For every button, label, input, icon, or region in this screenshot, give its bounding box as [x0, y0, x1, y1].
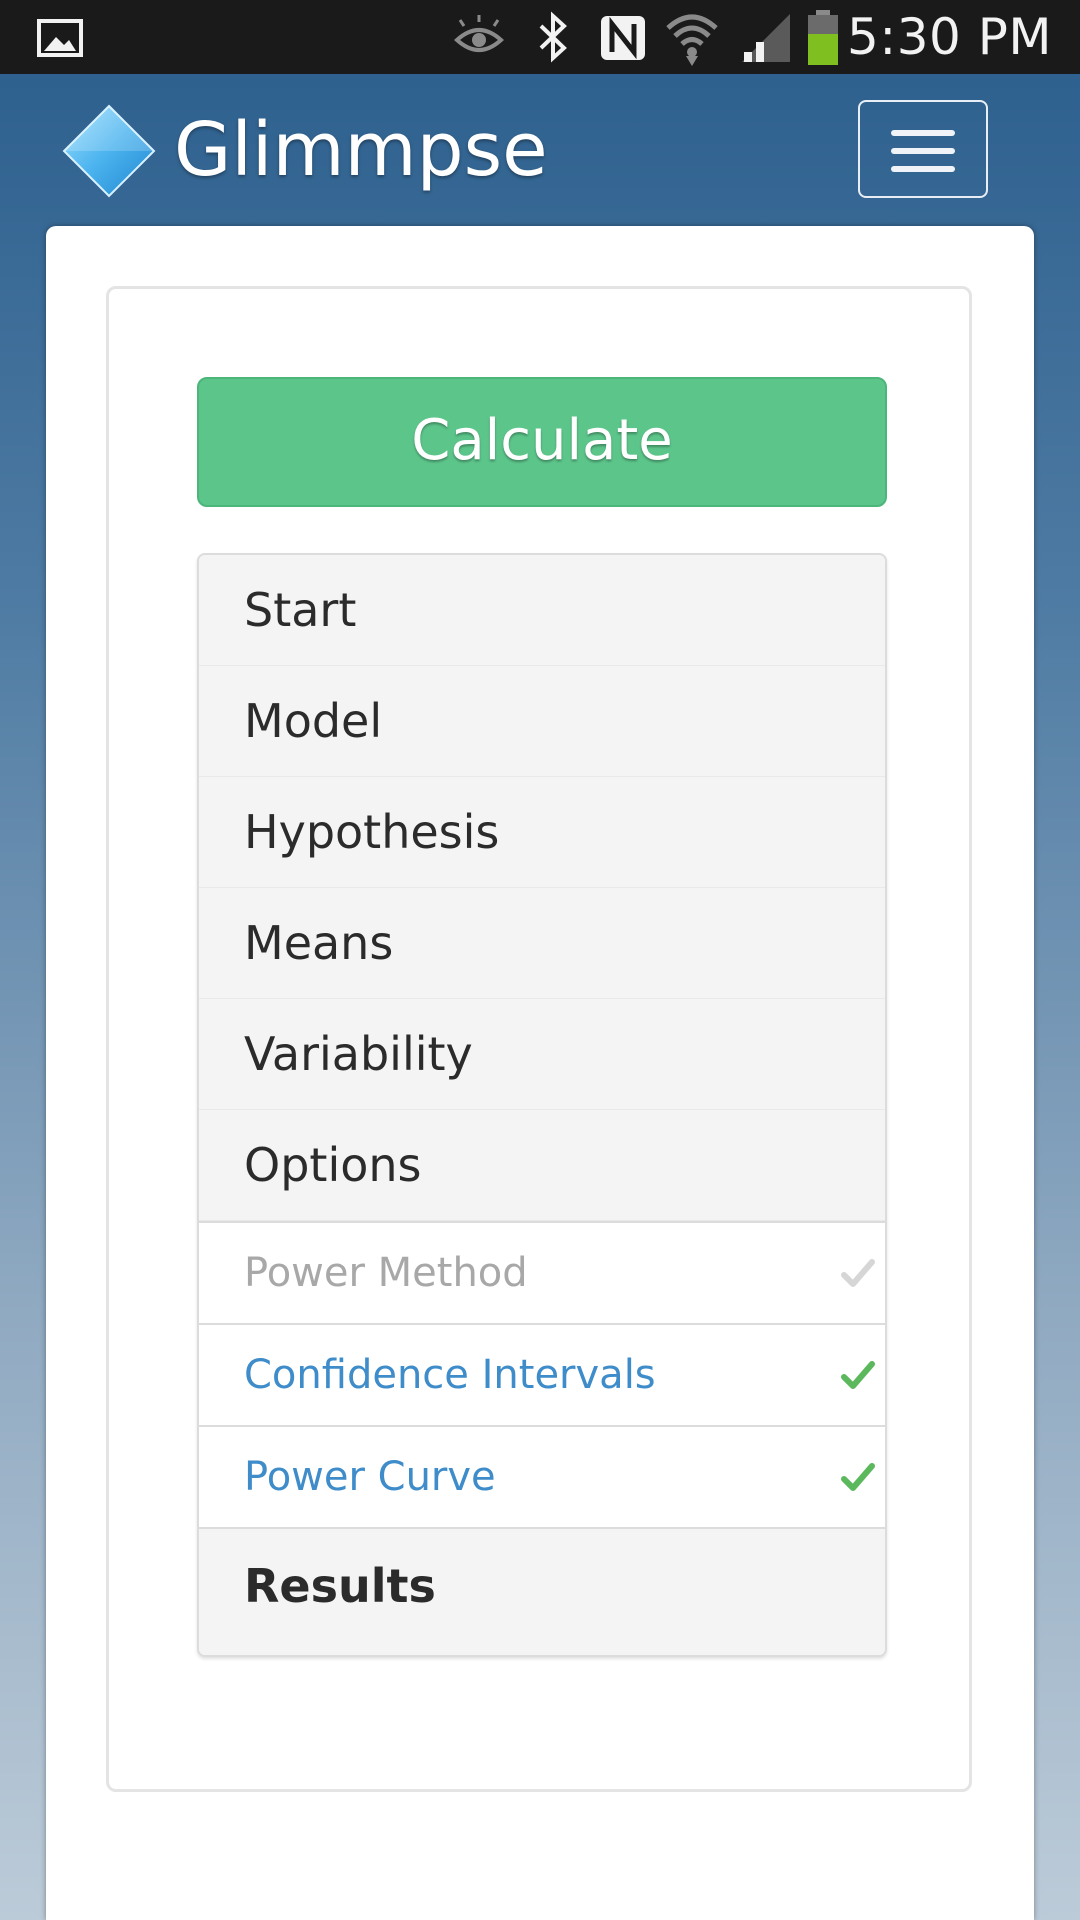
step-results[interactable]: Results: [199, 1527, 885, 1655]
step-label: Variability: [244, 1027, 473, 1081]
status-bar: 5:30 PM: [0, 0, 1080, 74]
check-icon: [841, 1259, 875, 1287]
eye-icon: [454, 15, 504, 52]
bluetooth-icon: [539, 11, 567, 63]
option-power-method[interactable]: Power Method: [199, 1221, 885, 1323]
results-label: Results: [244, 1559, 436, 1613]
step-hypothesis[interactable]: Hypothesis: [199, 777, 885, 888]
main-card: Calculate Start Model Hypothesis Means V…: [46, 226, 1034, 1920]
diamond-logo-icon: [62, 104, 156, 198]
step-label: Means: [244, 916, 394, 970]
step-list: Start Model Hypothesis Means Variability…: [197, 553, 887, 1657]
signal-icon: [742, 14, 790, 62]
brand-title[interactable]: Glimmpse: [174, 100, 548, 200]
option-confidence-intervals[interactable]: Confidence Intervals: [199, 1323, 885, 1425]
step-start[interactable]: Start: [199, 555, 885, 666]
check-icon: [841, 1463, 875, 1491]
step-label: Model: [244, 694, 383, 748]
calculate-button[interactable]: Calculate: [197, 377, 887, 507]
step-variability[interactable]: Variability: [199, 999, 885, 1110]
option-label: Power Method: [244, 1250, 528, 1296]
option-label: Power Curve: [244, 1454, 496, 1500]
image-icon: [37, 19, 83, 57]
check-icon: [841, 1361, 875, 1389]
wifi-icon: [666, 14, 718, 66]
navigation-panel: Calculate Start Model Hypothesis Means V…: [106, 286, 972, 1792]
step-label: Options: [244, 1138, 422, 1192]
status-time: 5:30 PM: [847, 8, 1052, 66]
menu-toggle-button[interactable]: [858, 100, 988, 198]
step-label: Start: [244, 583, 357, 637]
step-means[interactable]: Means: [199, 888, 885, 999]
battery-icon: [808, 10, 838, 65]
step-options[interactable]: Options: [199, 1110, 885, 1221]
option-power-curve[interactable]: Power Curve: [199, 1425, 885, 1527]
nfc-icon: [601, 16, 645, 60]
option-label: Confidence Intervals: [244, 1352, 656, 1398]
navbar: Glimmpse: [0, 74, 1080, 226]
step-label: Hypothesis: [244, 805, 500, 859]
hamburger-menu-icon: [891, 130, 955, 136]
step-model[interactable]: Model: [199, 666, 885, 777]
